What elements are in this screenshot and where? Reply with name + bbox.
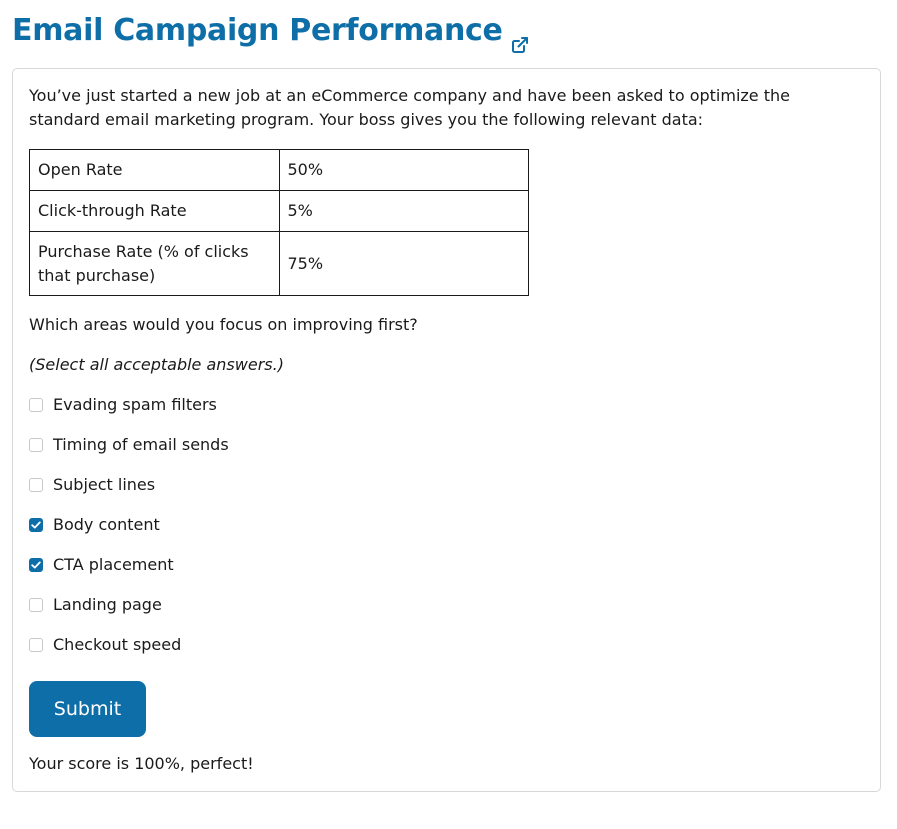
table-row: Open Rate 50% bbox=[29, 149, 529, 191]
table-row: Click-through Rate 5% bbox=[29, 190, 529, 232]
option-label[interactable]: Timing of email sends bbox=[53, 433, 229, 457]
option-subject-lines[interactable]: Subject lines bbox=[29, 473, 229, 513]
table-cell-metric: Click-through Rate bbox=[29, 190, 280, 232]
question-text: Which areas would you focus on improving… bbox=[29, 315, 418, 334]
checkbox[interactable] bbox=[29, 598, 43, 612]
table-row: Purchase Rate (% of clicks that purchase… bbox=[29, 231, 529, 296]
option-timing-of-email-sends[interactable]: Timing of email sends bbox=[29, 433, 229, 473]
checkbox[interactable] bbox=[29, 558, 43, 572]
submit-button[interactable]: Submit bbox=[29, 681, 146, 737]
option-cta-placement[interactable]: CTA placement bbox=[29, 553, 229, 593]
page-title: Email Campaign Performance bbox=[12, 10, 529, 53]
checkbox[interactable] bbox=[29, 638, 43, 652]
checkbox[interactable] bbox=[29, 398, 43, 412]
table-cell-value: 5% bbox=[278, 190, 529, 232]
option-checkout-speed[interactable]: Checkout speed bbox=[29, 633, 229, 673]
option-label[interactable]: CTA placement bbox=[53, 553, 174, 577]
external-link-icon[interactable] bbox=[511, 24, 529, 53]
checkbox[interactable] bbox=[29, 438, 43, 452]
question-card: You’ve just started a new job at an eCom… bbox=[12, 68, 881, 792]
table-cell-value: 75% bbox=[278, 231, 529, 296]
checkbox[interactable] bbox=[29, 478, 43, 492]
option-body-content[interactable]: Body content bbox=[29, 513, 229, 553]
table-cell-value: 50% bbox=[278, 149, 529, 191]
table-cell-metric: Purchase Rate (% of clicks that purchase… bbox=[29, 231, 280, 296]
option-label[interactable]: Checkout speed bbox=[53, 633, 181, 657]
option-label[interactable]: Body content bbox=[53, 513, 160, 537]
table-cell-metric: Open Rate bbox=[29, 149, 280, 191]
option-evading-spam-filters[interactable]: Evading spam filters bbox=[29, 393, 229, 433]
option-label[interactable]: Evading spam filters bbox=[53, 393, 217, 417]
hint-text: (Select all acceptable answers.) bbox=[29, 355, 284, 374]
option-label[interactable]: Subject lines bbox=[53, 473, 155, 497]
score-text: Your score is 100%, perfect! bbox=[29, 754, 254, 773]
intro-text: You’ve just started a new job at an eCom… bbox=[29, 86, 790, 129]
option-landing-page[interactable]: Landing page bbox=[29, 593, 229, 633]
page-title-text: Email Campaign Performance bbox=[12, 13, 503, 48]
answer-options: Evading spam filters Timing of email sen… bbox=[29, 393, 229, 673]
option-label[interactable]: Landing page bbox=[53, 593, 162, 617]
data-table: Open Rate 50% Click-through Rate 5% Purc… bbox=[29, 149, 529, 296]
checkbox[interactable] bbox=[29, 518, 43, 532]
